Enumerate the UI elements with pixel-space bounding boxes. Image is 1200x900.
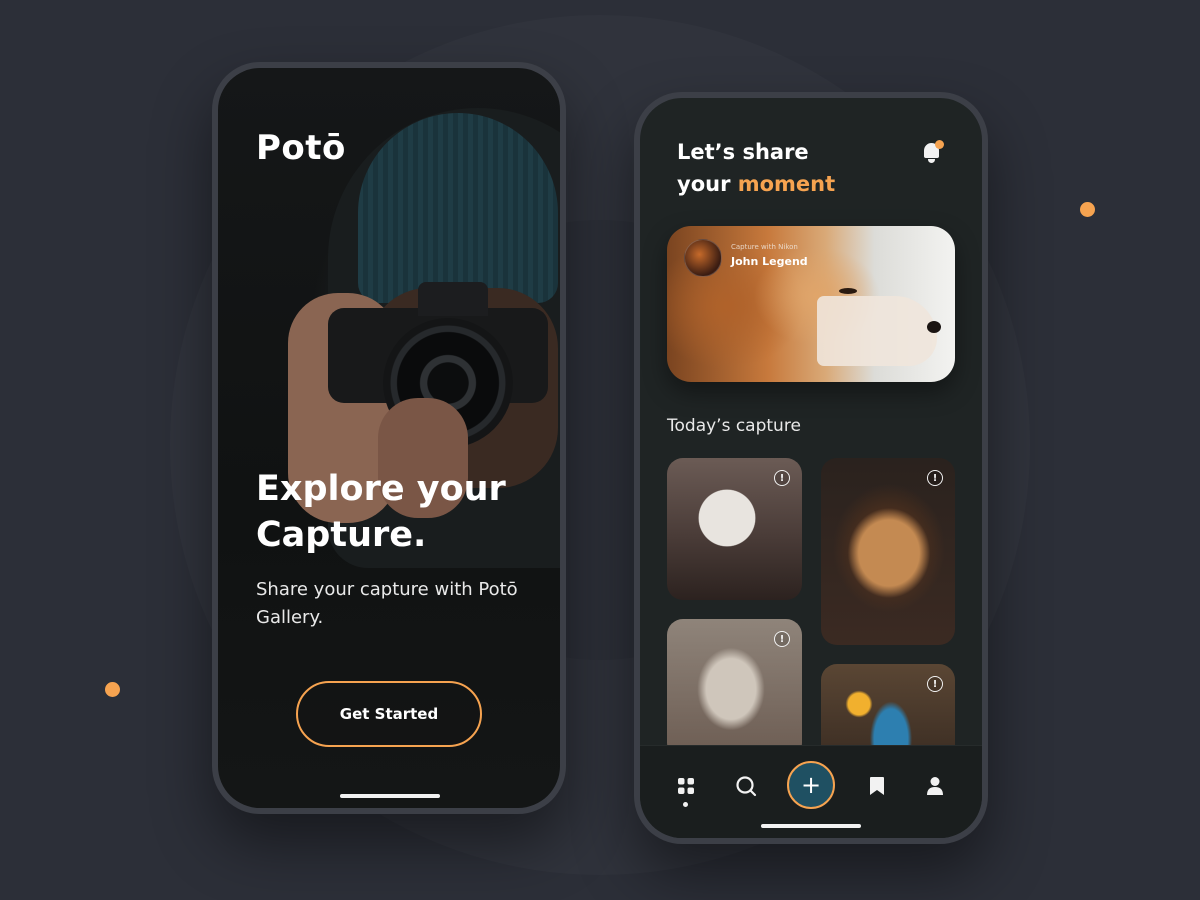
greeting-line2: your moment (677, 168, 917, 200)
capture-thumb-lion[interactable]: ! (821, 458, 955, 645)
fox-eye (839, 288, 857, 294)
tab-profile[interactable] (921, 772, 949, 800)
photo-beanie (358, 113, 558, 303)
info-icon[interactable]: ! (927, 676, 943, 692)
info-icon[interactable]: ! (774, 470, 790, 486)
tab-search[interactable] (732, 772, 760, 800)
greeting-title: Let’s share your moment (677, 136, 917, 200)
onboarding-phone: Potō Explore your Capture. Share your ca… (212, 62, 566, 814)
feed-phone: Let’s share your moment Capture with Nik… (634, 92, 988, 844)
bell-icon[interactable] (921, 140, 945, 166)
capture-thumb-cat[interactable]: ! (667, 619, 802, 759)
app-logo: Potō (256, 128, 346, 168)
get-started-button[interactable]: Get Started (296, 681, 482, 747)
section-title: Today’s capture (667, 416, 801, 436)
fox-snout (817, 296, 937, 366)
greeting-highlight: moment (737, 172, 836, 196)
onboarding-subtitle: Share your capture with Potō Gallery. (256, 579, 518, 628)
grid-icon (678, 778, 694, 794)
photo-camera-top (418, 282, 488, 316)
capture-thumb-hamster[interactable]: ! (667, 458, 802, 600)
home-indicator (340, 794, 440, 798)
active-tab-dot (683, 802, 688, 807)
featured-author[interactable]: John Legend (731, 255, 808, 268)
accent-dot-right (1080, 202, 1095, 217)
info-icon[interactable]: ! (927, 470, 943, 486)
info-icon[interactable]: ! (774, 631, 790, 647)
onboarding-screen: Potō Explore your Capture. Share your ca… (218, 68, 560, 808)
bookmark-icon (870, 777, 884, 795)
notification-dot (935, 140, 944, 149)
greeting-prefix: your (677, 172, 738, 196)
search-icon (736, 776, 757, 797)
home-indicator (761, 824, 861, 828)
tab-bookmark[interactable] (863, 772, 891, 800)
bell-icon-clapper (928, 159, 935, 163)
fox-nose (927, 321, 941, 333)
accent-dot-left (105, 682, 120, 697)
tab-home[interactable] (672, 772, 700, 800)
feed-screen: Let’s share your moment Capture with Nik… (640, 98, 982, 838)
add-capture-button[interactable]: + (787, 761, 835, 809)
user-icon (927, 777, 943, 795)
author-avatar[interactable] (684, 239, 722, 277)
greeting-line1: Let’s share (677, 140, 809, 164)
onboarding-headline: Explore your Capture. (256, 469, 506, 555)
featured-card[interactable]: Capture with Nikon John Legend (667, 226, 955, 382)
featured-caption: Capture with Nikon (731, 243, 798, 251)
